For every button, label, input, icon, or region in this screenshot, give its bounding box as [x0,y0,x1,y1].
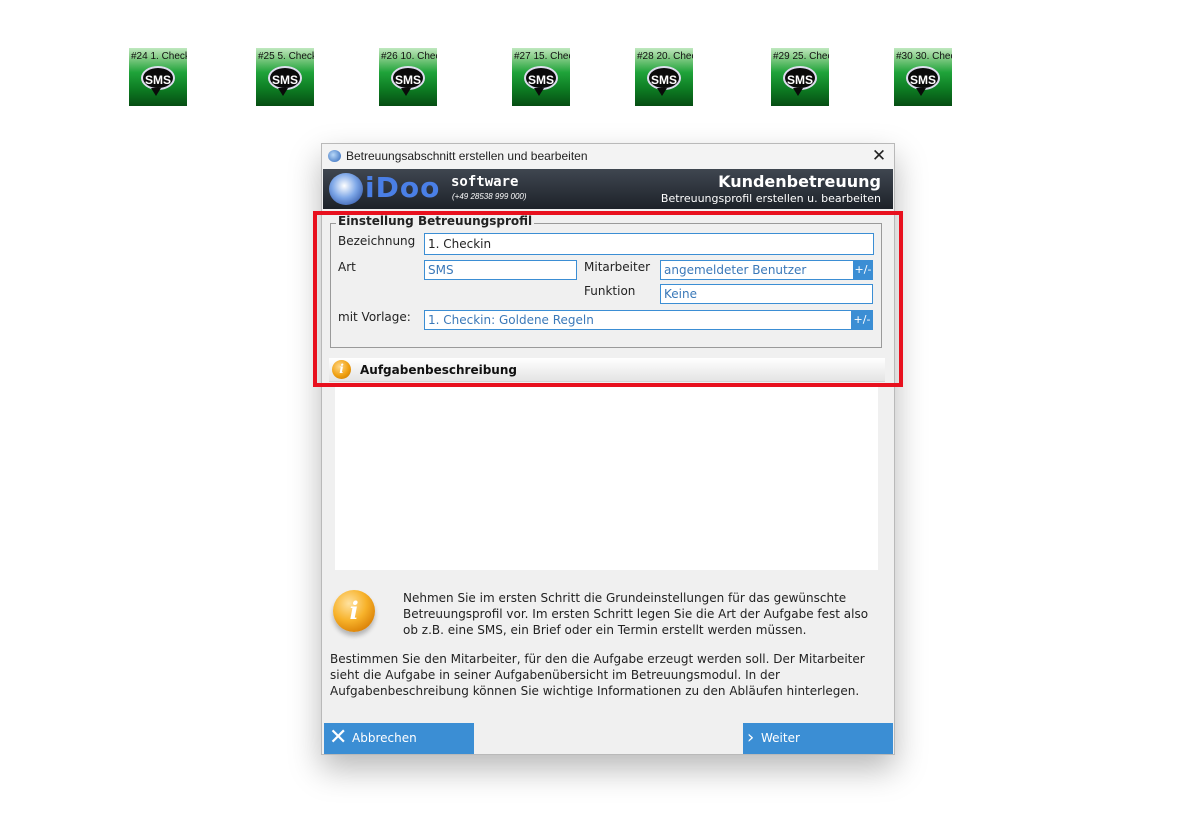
info-text: Nehmen Sie im ersten Schritt die Grundei… [403,591,869,637]
bubble-tail-icon [278,88,288,96]
mitarbeiter-plus-minus-button[interactable]: +/- [853,260,873,280]
task-description-header[interactable]: i Aufgabenbeschreibung [329,358,885,382]
sms-icon: SMS [141,66,175,90]
sms-tile-24[interactable]: #24 1. Checkin SMS [129,48,187,106]
header-subtitle: Betreuungsprofil erstellen u. bearbeiten [660,192,881,205]
bubble-tail-icon [793,88,803,96]
art-label: Art [338,260,356,274]
app-icon [328,150,341,162]
art-field[interactable]: SMS [424,260,577,280]
vorlage-label: mit Vorlage: [338,310,411,324]
sms-icon: SMS [906,66,940,90]
cancel-button-label: Abbrechen [352,731,417,745]
dialog-header: iDoo software (+49 28538 999 000) Kunden… [323,169,893,209]
group-title: Einstellung Betreuungsprofil [336,214,535,228]
tile-caption: #28 20. Checkin [637,51,693,62]
bubble-tail-icon [657,88,667,96]
sms-icon: SMS [647,66,681,90]
logo-software: software [451,174,519,190]
logo-text: iDoo [365,171,441,204]
bubble-tail-icon [151,88,161,96]
bubble-tail-icon [916,88,926,96]
next-button-label: Weiter [761,731,800,745]
close-button[interactable]: ✕ [868,146,890,166]
sms-tile-25[interactable]: #25 5. Checkin SMS [256,48,314,106]
sms-tile-29[interactable]: #29 25. Checkin SMS [771,48,829,106]
idoo-logo-icon [329,173,363,205]
close-icon: ✕ [329,725,348,750]
next-button[interactable]: › Weiter [743,723,893,754]
tile-caption: #27 15. Checkin [514,51,570,62]
header-title: Kundenbetreuung [718,172,881,191]
tile-caption: #29 25. Checkin [773,51,829,62]
tile-caption: #26 10. Checkin [381,51,437,62]
info-icon: i [332,360,351,379]
chevron-right-icon: › [747,727,755,748]
mitarbeiter-field[interactable]: angemeldeter Benutzer [660,260,854,280]
mitarbeiter-label: Mitarbeiter [584,260,651,274]
sms-icon: SMS [391,66,425,90]
tile-caption: #25 5. Checkin [258,51,314,62]
task-description-textarea[interactable] [335,384,878,570]
funktion-label: Funktion [584,284,636,298]
info-icon: i [333,590,375,632]
sms-icon: SMS [783,66,817,90]
sms-tile-30[interactable]: #30 30. Checkin SMS [894,48,952,106]
cancel-button[interactable]: ✕ Abbrechen [324,723,474,754]
bezeichnung-label: Bezeichnung [338,234,416,248]
info-text-secondary: Bestimmen Sie den Mitarbeiter, für den d… [330,652,865,698]
vorlage-field[interactable]: 1. Checkin: Goldene Regeln [424,310,852,330]
bubble-tail-icon [534,88,544,96]
bubble-tail-icon [401,88,411,96]
profile-dialog: Betreuungsabschnitt erstellen und bearbe… [321,143,895,755]
tile-caption: #24 1. Checkin [131,51,187,62]
dialog-title: Betreuungsabschnitt erstellen und bearbe… [346,149,588,163]
dialog-titlebar[interactable]: Betreuungsabschnitt erstellen und bearbe… [322,144,894,169]
sms-tile-28[interactable]: #28 20. Checkin SMS [635,48,693,106]
sms-icon: SMS [268,66,302,90]
bezeichnung-input[interactable]: 1. Checkin [424,233,874,255]
funktion-field[interactable]: Keine [660,284,873,304]
vorlage-plus-minus-button[interactable]: +/- [851,310,873,330]
sms-tile-27[interactable]: #27 15. Checkin SMS [512,48,570,106]
sms-tile-26[interactable]: #26 10. Checkin SMS [379,48,437,106]
sms-icon: SMS [524,66,558,90]
tile-caption: #30 30. Checkin [896,51,952,62]
logo-phone: (+49 28538 999 000) [452,192,527,201]
task-description-title: Aufgabenbeschreibung [360,363,517,377]
